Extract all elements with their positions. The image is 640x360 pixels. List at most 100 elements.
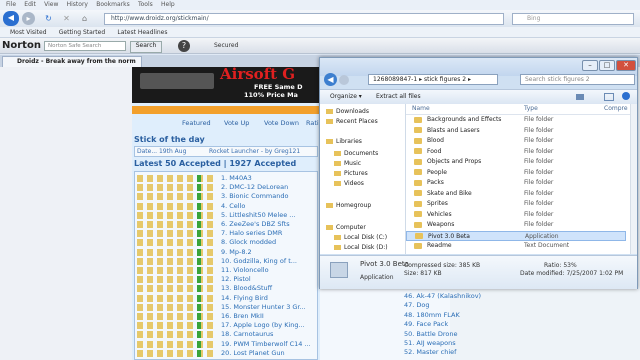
vote-up-icon[interactable]: [197, 285, 201, 293]
organize-button[interactable]: Organize ▾: [330, 93, 362, 100]
vote-up-icon[interactable]: [197, 248, 201, 256]
file-row[interactable]: Packs File folder: [406, 178, 626, 188]
rating-icons[interactable]: [137, 230, 215, 238]
column-type[interactable]: Type: [524, 105, 538, 112]
bookmark-getting-started[interactable]: Getting Started: [59, 27, 105, 38]
vote-up-icon[interactable]: [197, 221, 201, 228]
orange-nav-bar[interactable]: [132, 106, 320, 114]
list-item-link[interactable]: 11. Violoncello: [221, 266, 269, 275]
list-item-link[interactable]: 19. PWM Timberwolf C14 ...: [221, 340, 311, 349]
rating-icons[interactable]: [137, 340, 215, 348]
list-item-link[interactable]: 15. Monster Hunter 3 Gr...: [221, 303, 306, 312]
menu-help[interactable]: Help: [161, 0, 175, 10]
column-name[interactable]: Name: [412, 105, 430, 112]
nav-item[interactable]: Videos: [334, 180, 364, 187]
vote-up-icon[interactable]: [197, 257, 201, 265]
list-item-link[interactable]: 17. Apple Logo (by King...: [221, 321, 305, 330]
rating-icons[interactable]: [137, 313, 215, 320]
stop-icon[interactable]: ✕: [60, 12, 73, 25]
file-row[interactable]: Skate and Bike File folder: [406, 189, 626, 199]
rating-icons[interactable]: [137, 303, 215, 311]
url-bar[interactable]: http://www.droidz.org/stickmain/: [104, 13, 504, 25]
rating-icons[interactable]: [137, 175, 215, 182]
vote-up-icon[interactable]: [197, 184, 201, 192]
nav-item[interactable]: Homegroup: [326, 202, 371, 209]
explorer-back-button[interactable]: ◀: [324, 73, 337, 86]
nav-item[interactable]: Libraries: [326, 138, 362, 145]
vote-up-icon[interactable]: [197, 340, 201, 348]
vote-up-icon[interactable]: [197, 294, 201, 302]
norton-search-button[interactable]: Search: [130, 41, 162, 53]
rating-icons[interactable]: [137, 331, 215, 339]
bookmark-most-visited[interactable]: Most Visited: [10, 27, 47, 38]
tab-vote-down[interactable]: Vote Down: [264, 119, 299, 127]
list-item-link[interactable]: 10. Godzilla, King of t...: [221, 257, 297, 266]
rating-icons[interactable]: [137, 322, 215, 330]
file-row[interactable]: Vehicles File folder: [406, 210, 626, 220]
norton-secured-label[interactable]: Secured: [214, 42, 238, 49]
vote-up-icon[interactable]: [197, 239, 201, 247]
list-item-link[interactable]: 7. Halo series DMR: [221, 229, 282, 238]
reload-icon[interactable]: ↻: [42, 12, 55, 25]
help-icon[interactable]: [622, 92, 630, 100]
rating-icons[interactable]: [137, 239, 215, 247]
tab-droidz[interactable]: Droidz - Break away from the norm: [2, 56, 142, 67]
list-item-link[interactable]: 52. Master chief: [404, 348, 456, 357]
list-item-link[interactable]: 50. Battle Drone: [404, 330, 457, 339]
view-icon[interactable]: [576, 94, 584, 100]
nav-item[interactable]: Recent Places: [326, 118, 378, 125]
menu-file[interactable]: File: [6, 0, 16, 10]
norton-search-input[interactable]: Norton Safe Search: [44, 41, 126, 51]
rating-icons[interactable]: [137, 221, 215, 228]
menu-view[interactable]: View: [44, 0, 58, 10]
rating-icons[interactable]: [137, 276, 215, 284]
list-item-link[interactable]: 48. 180mm FLAK: [404, 311, 460, 320]
sotd-link[interactable]: Rocket Launcher - by Greg121: [209, 148, 300, 155]
nav-item[interactable]: Local Disk (D:): [334, 244, 388, 251]
maximize-button[interactable]: □: [599, 60, 615, 71]
vote-up-icon[interactable]: [197, 313, 201, 320]
file-row[interactable]: Objects and Props File folder: [406, 157, 626, 167]
forward-button[interactable]: ▸: [22, 12, 35, 25]
tab-vote-up[interactable]: Vote Up: [224, 119, 249, 127]
ad-banner[interactable]: Airsoft G FREE Same D 110% Price Ma: [132, 65, 320, 103]
menu-bookmarks[interactable]: Bookmarks: [96, 0, 130, 10]
column-compressed[interactable]: Compre: [604, 105, 628, 112]
vote-up-icon[interactable]: [197, 276, 201, 284]
nav-item[interactable]: Pictures: [334, 170, 368, 177]
list-item-link[interactable]: 16. Bren MkII: [221, 312, 264, 321]
file-row[interactable]: People File folder: [406, 168, 626, 178]
search-box[interactable]: Bing: [512, 13, 634, 25]
vote-up-icon[interactable]: [197, 193, 201, 201]
nav-item[interactable]: Music: [334, 160, 361, 167]
file-row[interactable]: Pivot 3.0 Beta Application: [406, 230, 626, 241]
rating-icons[interactable]: [137, 257, 215, 265]
tab-featured[interactable]: Featured: [182, 119, 211, 127]
file-row[interactable]: Sprites File folder: [406, 199, 626, 209]
list-item-link[interactable]: 4. Cello: [221, 202, 245, 211]
list-item-link[interactable]: 6. ZeeZee's DBZ Sfts: [221, 220, 290, 229]
list-item-link[interactable]: 2. DMC-12 DeLorean: [221, 183, 288, 192]
file-list-scrollbar[interactable]: [630, 104, 637, 254]
vote-up-icon[interactable]: [197, 331, 201, 339]
rating-icons[interactable]: [137, 349, 215, 357]
file-row[interactable]: Weapons File folder: [406, 220, 626, 230]
list-item-link[interactable]: 8. Glock modded: [221, 238, 276, 247]
list-item-link[interactable]: 51. AIJ weapons: [404, 339, 456, 348]
rating-icons[interactable]: [137, 193, 215, 201]
file-row[interactable]: Blasts and Lasers File folder: [406, 126, 626, 136]
list-item-link[interactable]: 14. Flying Bird: [221, 294, 268, 303]
home-icon[interactable]: ⌂: [78, 12, 91, 25]
rating-icons[interactable]: [137, 248, 215, 256]
extract-all-button[interactable]: Extract all files: [376, 93, 421, 100]
explorer-forward-button[interactable]: [339, 75, 349, 85]
vote-up-icon[interactable]: [197, 175, 201, 182]
menu-edit[interactable]: Edit: [24, 0, 36, 10]
menu-tools[interactable]: Tools: [138, 0, 153, 10]
list-item-link[interactable]: 9. Mp-8.2: [221, 248, 252, 257]
preview-pane-icon[interactable]: [604, 93, 614, 101]
file-row[interactable]: Backgrounds and Effects File folder: [406, 115, 626, 125]
list-item-link[interactable]: 5. Littleshit50 Melee ...: [221, 211, 295, 220]
list-item-link[interactable]: 1. M40A3: [221, 174, 252, 183]
help-icon[interactable]: ?: [178, 40, 190, 52]
